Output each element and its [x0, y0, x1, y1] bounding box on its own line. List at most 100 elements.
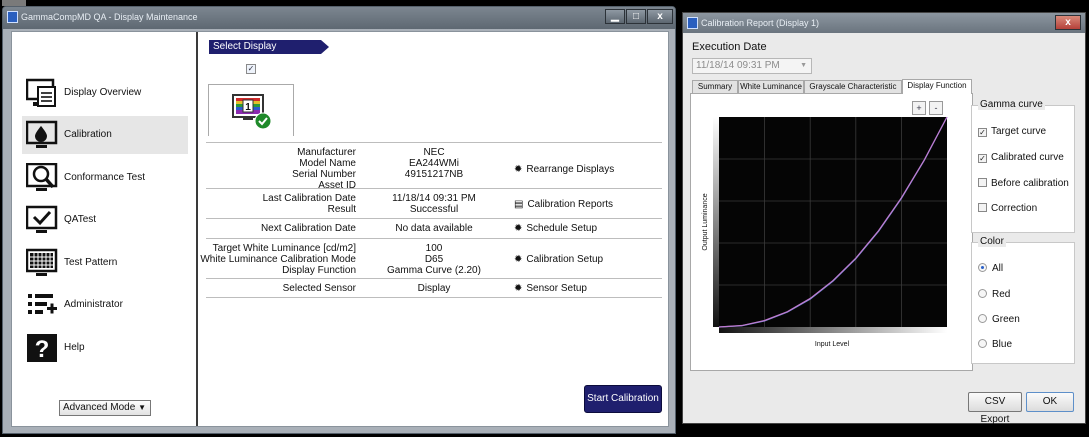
conformance-test-icon [26, 163, 58, 191]
checkbox-icon: ✓ [978, 128, 987, 137]
csv-export-button[interactable]: CSV Export [968, 392, 1022, 425]
color-group: Color All Red Green Blue [971, 236, 1075, 364]
radio-icon [978, 339, 987, 348]
sidebar-item-administrator[interactable]: Administrator [22, 286, 188, 324]
calibrated-curve-checkbox[interactable]: ✓ Calibrated curve [978, 152, 1064, 163]
option-label: Target curve [991, 126, 1047, 137]
display-1-tab[interactable]: 1 [208, 84, 294, 136]
action-label: Calibration Setup [526, 254, 604, 265]
label-model-name: Model Name [299, 158, 356, 169]
checkbox-icon: ✓ [978, 154, 987, 163]
table-row: Next Calibration Date No data available … [206, 218, 662, 238]
select-display-banner: Select Display [209, 40, 329, 54]
tab-grayscale-characteristic[interactable]: Grayscale Characteristic [804, 80, 902, 93]
gear-icon: ✹ [514, 164, 523, 175]
y-gradient-bar [713, 117, 719, 327]
sidebar-item-help[interactable]: ? Help [22, 329, 188, 367]
qatest-icon [26, 205, 58, 233]
color-all-radio[interactable]: All [978, 263, 1003, 274]
help-icon: ? [27, 334, 57, 363]
calibration-setup-link[interactable]: ✹ Calibration Setup [514, 254, 603, 265]
action-label: Sensor Setup [526, 283, 587, 294]
tab-white-luminance[interactable]: White Luminance [738, 80, 804, 93]
label-white-luminance-mode: White Luminance Calibration Mode [200, 254, 356, 265]
display-function-chart: Input Level Output Luminance [702, 117, 948, 348]
correction-checkbox[interactable]: Correction [978, 203, 1037, 214]
window-title: GammaCompMD QA - Display Maintenance [21, 12, 198, 22]
sidebar-item-conformance-test[interactable]: Conformance Test [22, 159, 188, 197]
svg-text:?: ? [35, 336, 50, 363]
gear-icon: ✹ [514, 254, 523, 265]
tab-summary[interactable]: Summary [692, 80, 738, 93]
gear-icon: ✹ [514, 223, 523, 234]
gamma-curve-title: Gamma curve [978, 99, 1045, 110]
window-titlebar[interactable]: GammaCompMD QA - Display Maintenance ▁ □… [3, 7, 675, 29]
action-label: Schedule Setup [526, 223, 598, 234]
value-target-white-luminance: 100 [425, 243, 443, 254]
display-overview-icon [26, 78, 56, 107]
sidebar-item-test-pattern[interactable]: Test Pattern [22, 244, 188, 282]
select-display-checkbox[interactable]: ✓ [246, 64, 256, 74]
label-display-function: Display Function [282, 265, 356, 276]
execution-date-select[interactable]: 11/18/14 09:31 PM ▼ [692, 58, 812, 74]
sidebar-item-display-overview[interactable]: Display Overview [22, 74, 188, 112]
main-panel: Select Display ✓ 1 Manufacturer Model Na… [200, 32, 668, 426]
window-titlebar[interactable]: Calibration Report (Display 1) x [683, 13, 1085, 33]
report-tabs: Summary White Luminance Grayscale Charac… [692, 79, 972, 94]
label-target-white-luminance: Target White Luminance [cd/m2] [212, 243, 356, 254]
sidebar-item-qatest[interactable]: QATest [22, 201, 188, 239]
radio-icon [978, 314, 987, 323]
option-label: Blue [992, 339, 1013, 350]
x-gradient-bar [719, 327, 947, 333]
sensor-setup-link[interactable]: ✹ Sensor Setup [514, 283, 587, 294]
radio-icon [978, 263, 987, 272]
tab-display-function[interactable]: Display Function [902, 79, 972, 94]
start-calibration-button[interactable]: Start Calibration [584, 385, 662, 413]
zoom-in-icon[interactable]: + [912, 101, 926, 115]
app-icon [7, 11, 18, 23]
calibration-report-window: Calibration Report (Display 1) x Executi… [682, 12, 1086, 425]
value-last-calibration-date: 11/18/14 09:31 PM [392, 193, 476, 204]
sidebar-item-label: Calibration [64, 129, 112, 140]
color-green-radio[interactable]: Green [978, 314, 1020, 325]
label-selected-sensor: Selected Sensor [282, 283, 356, 294]
label-manufacturer: Manufacturer [297, 147, 356, 158]
sidebar-item-calibration[interactable]: Calibration [22, 116, 188, 154]
target-curve-checkbox[interactable]: ✓ Target curve [978, 126, 1046, 137]
report-icon: ▤ [514, 199, 524, 210]
close-button[interactable]: x [1055, 15, 1081, 30]
display-maintenance-window: GammaCompMD QA - Display Maintenance ▁ □… [2, 6, 676, 434]
rearrange-displays-link[interactable]: ✹ Rearrange Displays [514, 164, 614, 175]
before-calibration-checkbox[interactable]: Before calibration [978, 178, 1069, 189]
option-label: All [992, 263, 1004, 274]
zoom-out-icon[interactable]: - [929, 101, 943, 115]
color-blue-radio[interactable]: Blue [978, 339, 1012, 350]
table-row: Manufacturer Model Name Serial Number As… [206, 142, 662, 191]
minimize-button[interactable]: ▁ [605, 9, 625, 24]
value-result: Successful [409, 204, 459, 215]
window-client-area: Display Overview Calibration Conformance… [11, 31, 669, 427]
value-manufacturer: NEC [423, 147, 445, 158]
gear-icon: ✹ [514, 283, 523, 294]
label-next-calibration-date: Next Calibration Date [260, 223, 356, 234]
gamma-curve-group: Gamma curve ✓ Target curve ✓ Calibrated cu… [971, 99, 1075, 233]
sidebar-item-label: QATest [64, 214, 97, 225]
value-white-luminance-mode: D65 [424, 254, 444, 265]
calibration-reports-link[interactable]: ▤ Calibration Reports [514, 199, 613, 210]
ok-button[interactable]: OK [1026, 392, 1074, 412]
value-model-name: EA244WMi [408, 158, 459, 169]
y-axis-label: Output Luminance [702, 193, 709, 250]
app-icon [687, 17, 698, 29]
action-label: Calibration Reports [527, 199, 614, 210]
maximize-button[interactable]: □ [626, 9, 646, 24]
schedule-setup-link[interactable]: ✹ Schedule Setup [514, 223, 597, 234]
mode-select[interactable]: Advanced Mode ▼ [59, 400, 151, 416]
plot-area [719, 117, 947, 327]
value-display-function: Gamma Curve (2.20) [387, 265, 481, 276]
option-label: Before calibration [991, 178, 1069, 189]
color-red-radio[interactable]: Red [978, 289, 1010, 300]
value-next-calibration-date: No data available [395, 223, 473, 234]
close-button[interactable]: x [647, 9, 673, 24]
administrator-icon [28, 294, 57, 314]
table-row: Target White Luminance [cd/m2] White Lum… [200, 238, 662, 278]
